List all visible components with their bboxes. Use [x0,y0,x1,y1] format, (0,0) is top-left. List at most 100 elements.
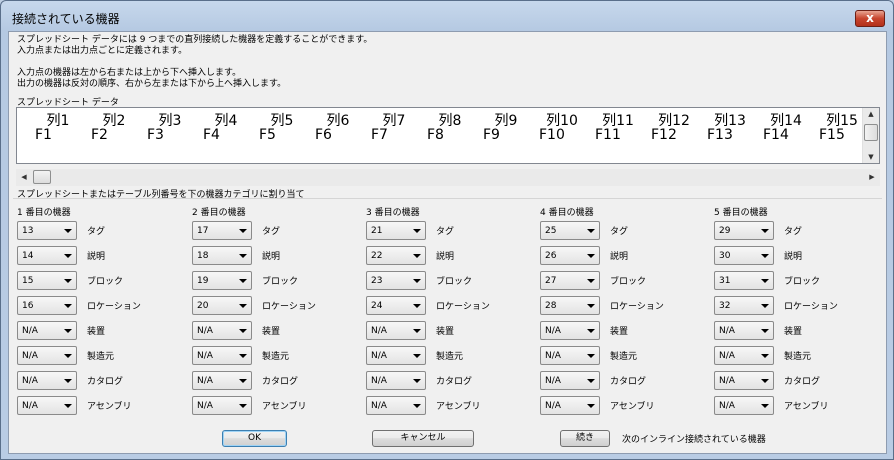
select-value: 25 [545,226,557,236]
select-value: N/A [197,351,213,361]
select-value: N/A [719,351,735,361]
column-select[interactable]: 25 [540,221,600,240]
column-select[interactable]: N/A [17,396,77,415]
field-label: 説明 [784,252,803,262]
vertical-scrollbar[interactable]: ▲ ▼ [862,108,879,163]
scroll-left-icon[interactable]: ◀ [17,169,31,186]
chevron-down-icon [761,254,769,258]
field-label: タグ [610,227,629,237]
ok-button[interactable]: OK [222,430,287,447]
chevron-down-icon [239,404,247,408]
column-select[interactable]: 27 [540,271,600,290]
field-label: ブロック [262,277,299,287]
close-icon: x [866,11,874,25]
column-select[interactable]: 31 [714,271,774,290]
column-select[interactable]: N/A [192,321,252,340]
column-select[interactable]: N/A [714,346,774,365]
select-value: N/A [197,401,213,411]
column-select[interactable]: N/A [714,371,774,390]
select-value: 14 [22,251,34,261]
column-field: F11 [595,127,621,143]
chevron-down-icon [239,279,247,283]
select-value: 18 [197,251,209,261]
column-select[interactable]: 18 [192,246,252,265]
column-field: F1 [35,127,52,143]
column-select[interactable]: 15 [17,271,77,290]
column-select[interactable]: N/A [366,321,426,340]
field-label: アセンブリ [262,402,307,412]
scroll-down-icon[interactable]: ▼ [863,151,879,163]
cancel-button[interactable]: キャンセル [372,430,474,447]
field-label: ロケーション [784,302,838,312]
sheet-column: 列15 F15 [817,108,867,152]
column-select[interactable]: N/A [540,346,600,365]
title-bar[interactable]: 接続されている機器 x [1,1,893,31]
description-line: 入力点または出力点ごとに定義されます。 [17,46,188,56]
dialog-window: 接続されている機器 x スプレッドシート データには 9 つまでの直列接続した機… [0,0,894,460]
description-line: スプレッドシート データには 9 つまでの直列接続した機器を定義することができま… [17,35,373,45]
scroll-up-icon[interactable]: ▲ [863,108,879,120]
column-select[interactable]: 17 [192,221,252,240]
column-select[interactable]: N/A [192,346,252,365]
column-select[interactable]: 32 [714,296,774,315]
sheet-column: 列5 F5 [257,108,307,152]
sheet-column: 列7 F7 [369,108,419,152]
column-select[interactable]: 30 [714,246,774,265]
select-value: 27 [545,276,557,286]
column-select[interactable]: N/A [17,346,77,365]
column-select[interactable]: N/A [17,371,77,390]
column-select[interactable]: 23 [366,271,426,290]
column-select[interactable]: N/A [540,371,600,390]
column-select[interactable]: N/A [192,396,252,415]
select-value: 32 [719,301,731,311]
sheet-column: 列12 F12 [649,108,699,152]
column-select[interactable]: 20 [192,296,252,315]
select-value: N/A [371,351,387,361]
field-label: 製造元 [262,352,290,362]
scrollbar-thumb[interactable] [864,124,878,141]
column-select[interactable]: 28 [540,296,600,315]
scroll-right-icon[interactable]: ▶ [865,169,879,186]
column-select[interactable]: N/A [714,396,774,415]
chevron-down-icon [761,229,769,233]
field-label: 装置 [784,327,803,337]
column-select[interactable]: N/A [714,321,774,340]
column-field: F14 [763,127,789,143]
column-field: F7 [371,127,388,143]
column-select[interactable]: 21 [366,221,426,240]
select-value: 22 [371,251,383,261]
horizontal-scrollbar[interactable]: ◀ ▶ [16,169,880,186]
column-select[interactable]: 29 [714,221,774,240]
column-select[interactable]: N/A [366,346,426,365]
column-select[interactable]: 14 [17,246,77,265]
column-field: F4 [203,127,220,143]
chevron-down-icon [413,229,421,233]
column-select[interactable]: 26 [540,246,600,265]
select-value: N/A [197,326,213,336]
select-value: N/A [545,376,561,386]
window-title: 接続されている機器 [12,12,120,26]
spreadsheet-preview[interactable]: 列1 F1 列2 F2 列3 F3 列4 F4 列5 F5 列6 F6 列7 F7 列8 F8 列9 F9 列10 F… [16,107,880,164]
field-label: 装置 [87,327,106,337]
column-select[interactable]: 13 [17,221,77,240]
column-select[interactable]: 24 [366,296,426,315]
sheet-column: 列13 F13 [705,108,755,152]
select-value: N/A [371,401,387,411]
column-select[interactable]: N/A [366,371,426,390]
column-select[interactable]: 22 [366,246,426,265]
scrollbar-thumb[interactable] [33,170,51,184]
column-select[interactable]: N/A [17,321,77,340]
device-heading: 1 番目の機器 [17,208,71,218]
field-label: 製造元 [784,352,812,362]
column-select[interactable]: N/A [540,396,600,415]
column-select[interactable]: N/A [366,396,426,415]
field-label: ロケーション [436,302,490,312]
column-select[interactable]: N/A [192,371,252,390]
column-select[interactable]: 16 [17,296,77,315]
column-select[interactable]: N/A [540,321,600,340]
column-field: F9 [483,127,500,143]
device-heading: 4 番目の機器 [540,208,594,218]
column-select[interactable]: 19 [192,271,252,290]
continue-button[interactable]: 続き [560,430,610,447]
close-button[interactable]: x [855,10,885,27]
